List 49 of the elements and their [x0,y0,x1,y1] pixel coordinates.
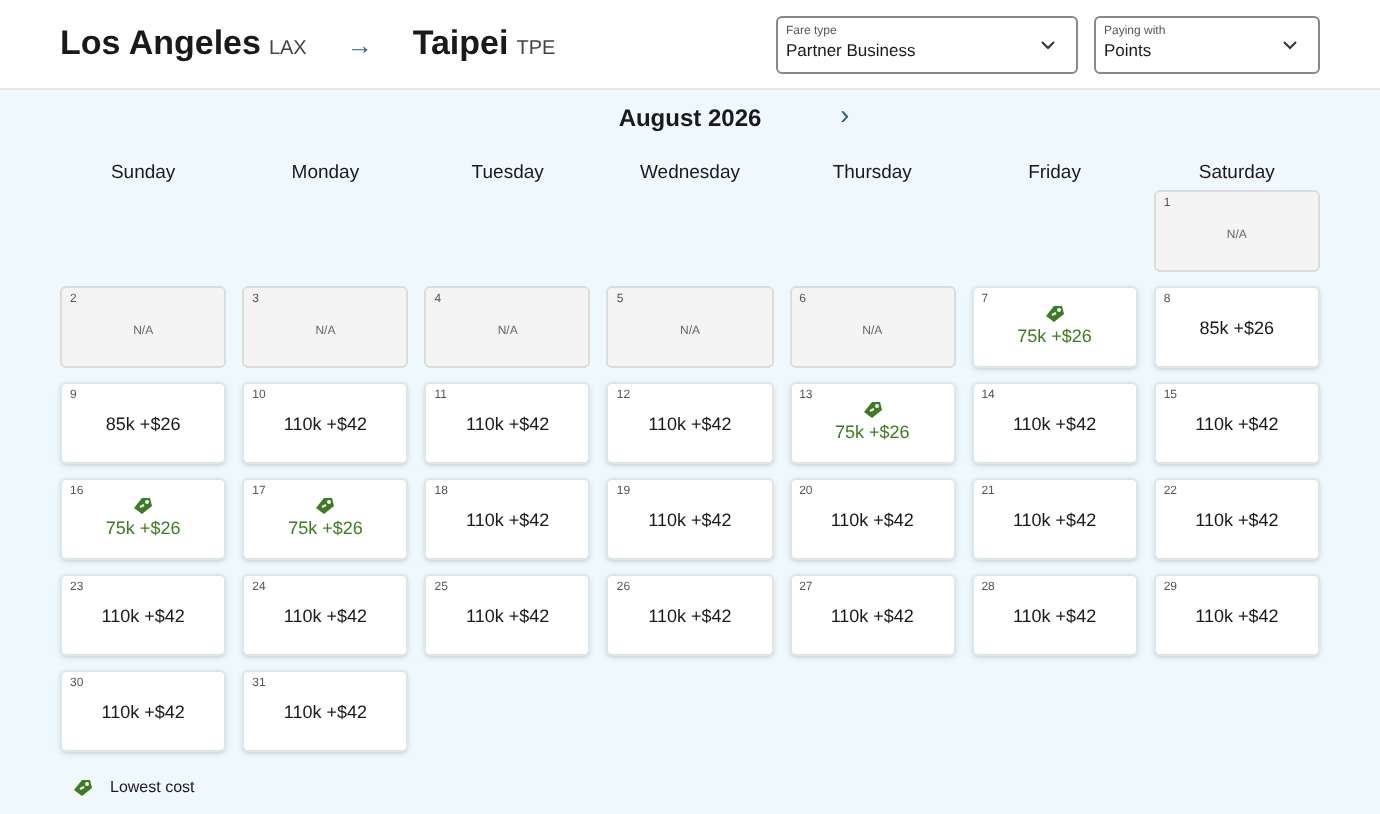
fare-price: 110k +$42 [283,699,368,726]
fare-price: 110k +$42 [283,411,368,438]
arrow-glyph: → [346,28,373,65]
fare-price: 110k +$42 [1195,603,1279,630]
money-tag-icon [861,399,884,420]
fare-price: 110k +$42 [101,699,185,726]
fare-price: 75k +$26 [105,515,181,542]
fare-price: 75k +$26 [288,515,363,542]
fare-price: 110k +$42 [830,507,914,534]
weekday-label: Wednesday [639,162,740,184]
fare-price: 75k +$26 [834,419,910,446]
dropdown-value: Partner Business [786,40,918,63]
weekday-label: Saturday [1198,162,1275,184]
weekday-label: Friday [1028,162,1081,184]
fare-price: 85k +$26 [1199,315,1275,342]
fare-price: 110k +$42 [101,603,185,630]
fare-price: 110k +$42 [648,603,732,630]
fare-price: 110k +$42 [466,603,550,630]
fare-price: 110k +$42 [1012,603,1097,630]
fare-price: 110k +$42 [1195,507,1279,534]
fare-price: 110k +$42 [830,603,914,630]
fare-price: 110k +$42 [1195,411,1279,438]
money-tag-icon [72,778,94,798]
fare-price: 75k +$26 [1017,323,1092,350]
origin-code: LAX [268,36,307,65]
fare-price: 110k +$42 [283,603,368,630]
weekday-label: Monday [291,162,360,184]
weekday-label: Sunday [110,162,176,184]
next-month-button[interactable]: › [840,100,850,128]
destination-code: TPE [516,36,556,65]
dropdown-value: Points [1104,40,1154,63]
money-tag-icon [1043,303,1066,324]
fare-price: 110k +$42 [466,411,550,438]
destination-city: Taipei [412,22,509,67]
fare-price: 85k +$26 [105,411,181,438]
money-tag-icon [132,495,155,516]
legend-label: Lowest cost [110,776,195,800]
fare-price: 110k +$42 [648,507,732,534]
chevron-down-icon [1282,39,1298,49]
month-title: August 2026 [618,102,762,136]
money-tag-icon [314,495,337,516]
chevron-down-icon [1040,39,1056,49]
weekday-label: Tuesday [471,162,544,184]
origin-city: Los Angeles [60,22,261,67]
fare-price: 110k +$42 [1012,411,1097,438]
weekday-label: Thursday [832,162,912,184]
fare-price: 110k +$42 [648,411,732,438]
fare-price: 110k +$42 [1012,507,1097,534]
fare-price: 110k +$42 [466,507,550,534]
